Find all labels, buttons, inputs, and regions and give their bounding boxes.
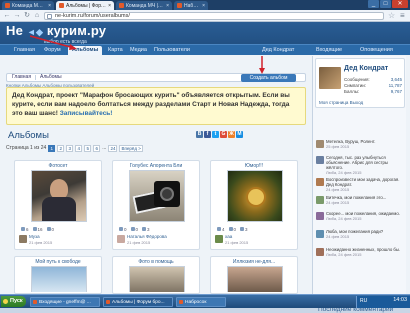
clock[interactable]: 14:03 <box>393 297 407 303</box>
arrowhead-icon <box>259 68 265 74</box>
system-tray: RU 14:03 <box>356 296 410 308</box>
taskbar-item[interactable]: Входящие - gneffm@ ... <box>30 297 100 307</box>
browser-icon <box>106 300 110 304</box>
paint-icon <box>179 300 183 304</box>
annotation-arrows <box>29 35 265 74</box>
arrow-to-albums <box>29 35 75 49</box>
mail-icon <box>33 300 37 304</box>
taskbar: Пуск Входящие - gneffm@ ... Альбомы | Фо… <box>0 294 410 308</box>
windows-orb-icon <box>3 299 8 304</box>
arrowhead-icon <box>69 44 77 50</box>
taskbar-item[interactable]: Набросок <box>176 297 226 307</box>
taskbar-item-active[interactable]: Альбомы | Форум бро... <box>103 297 173 307</box>
start-button[interactable]: Пуск <box>1 296 26 307</box>
language-indicator[interactable]: RU <box>360 298 367 304</box>
